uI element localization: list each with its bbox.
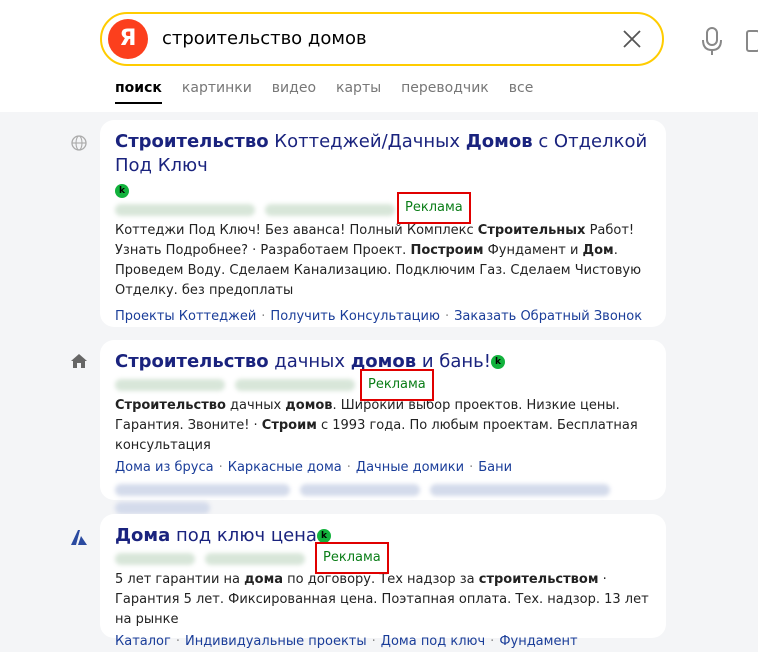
result-card-2: Строительство дачных домов и бань! k Рекл… — [100, 340, 666, 514]
ad-label: Реклама — [360, 369, 434, 401]
tab-translate[interactable]: переводчик — [401, 80, 489, 104]
sitelink[interactable]: Заказать Обратный Звонок — [454, 309, 642, 324]
blurred-extra-links — [115, 478, 650, 514]
result-snippet-2: Строительство дачных домов. Широкий выбо… — [115, 398, 638, 453]
sitelink[interactable]: Получить Консультацию — [270, 309, 440, 324]
triangle-logo-icon — [71, 530, 87, 545]
sitelink[interactable]: Бани — [478, 460, 512, 475]
sitelinks-3: Каталог · Индивидуальные проекты · Дома под … — [115, 634, 578, 649]
sitelinks-1: Проекты Коттеджей · Получить Консультацию ·… — [115, 309, 643, 324]
sitelinks-2: Дома из бруса · Каркасные дома · Дачные доми… — [115, 460, 513, 475]
result-card-1: Строительство Коттеджей/Дачных Домов с О… — [100, 120, 666, 327]
search-tabs: поиск картинки видео карты переводчик вс… — [115, 80, 553, 104]
yandex-logo[interactable]: Я — [108, 19, 148, 59]
clear-icon[interactable] — [620, 27, 644, 51]
verified-badge-icon: k — [316, 529, 331, 543]
result-card-3: Дома под ключ цена k Реклама 5 лет гарант… — [100, 514, 666, 649]
tab-images[interactable]: картинки — [182, 80, 252, 104]
verified-badge-icon: k — [491, 355, 506, 369]
tab-maps[interactable]: карты — [336, 80, 381, 104]
ad-label: Реклама — [397, 192, 471, 224]
result-snippet-3: 5 лет гарантии на дома по договору. Тех … — [115, 572, 649, 627]
result-url-1[interactable] — [115, 199, 650, 221]
globe-icon — [71, 135, 87, 151]
tab-search[interactable]: поиск — [115, 80, 162, 104]
search-box[interactable]: Я строительство домов — [100, 12, 664, 66]
sitelink[interactable]: Дачные домики — [356, 460, 464, 475]
sitelink[interactable]: Дома из бруса — [115, 460, 214, 475]
result-title-1[interactable]: Строительство Коттеджей/Дачных Домов с О… — [115, 130, 650, 178]
sitelink[interactable]: Проекты Коттеджей — [115, 309, 256, 324]
header: Я строительство домов поиск картинки вид… — [0, 0, 758, 112]
verified-badge-icon: k — [115, 183, 129, 198]
ad-label: Реклама — [315, 542, 389, 574]
result-snippet-1: Коттеджи Под Ключ! Без аванса! Полный Ко… — [115, 223, 642, 298]
tab-video[interactable]: видео — [272, 80, 316, 104]
search-input[interactable]: строительство домов — [162, 14, 367, 64]
camera-search-icon[interactable] — [746, 30, 758, 52]
tab-all[interactable]: все — [509, 80, 534, 104]
house-icon — [71, 354, 87, 368]
sitelink[interactable]: Каркасные дома — [228, 460, 342, 475]
mic-icon[interactable] — [700, 26, 724, 56]
